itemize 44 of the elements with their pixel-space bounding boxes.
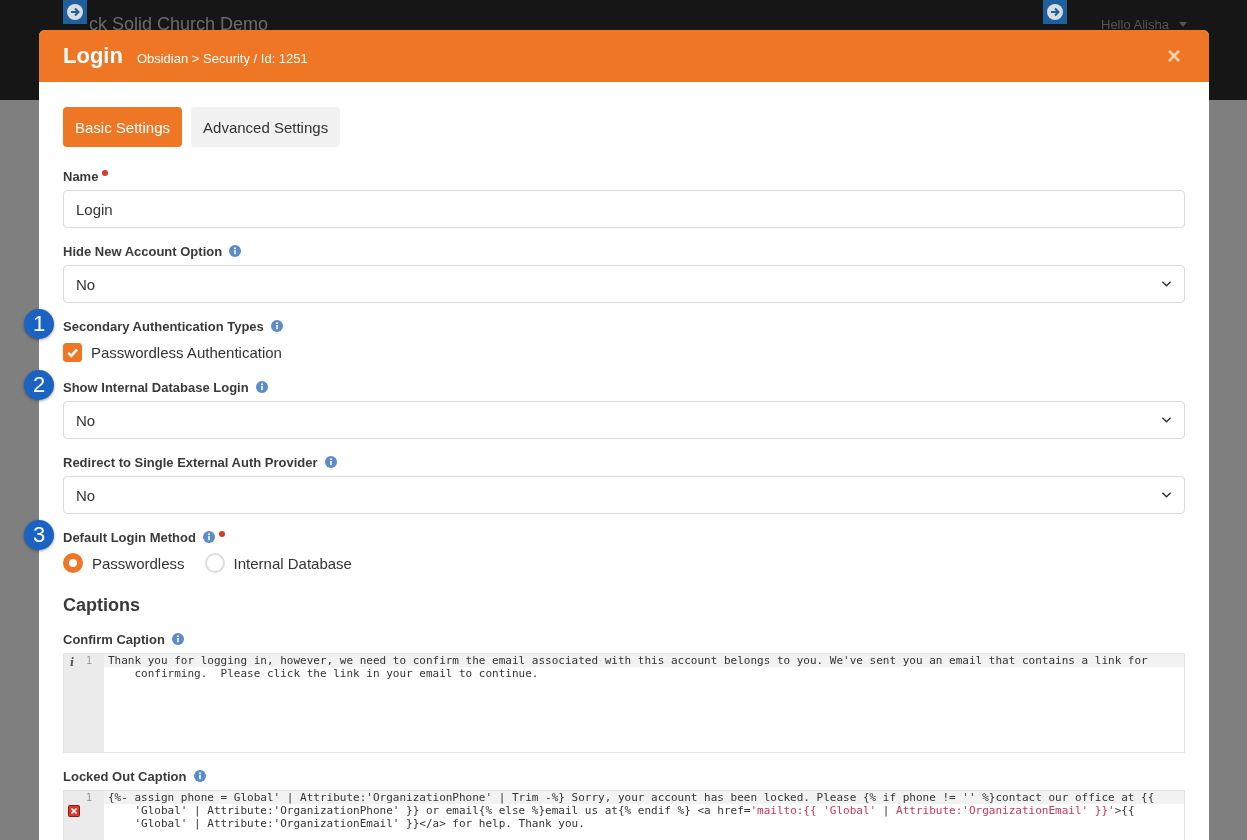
error-icon bbox=[68, 805, 80, 817]
callout-badge: 2 bbox=[24, 370, 54, 400]
code-line: confirming. Please click the link in your email to continue. bbox=[133, 667, 540, 680]
field-label: Confirm Caption bbox=[63, 631, 165, 647]
chevron-down-icon bbox=[1161, 416, 1172, 424]
radio-label: Internal Database bbox=[233, 554, 352, 572]
modal-title: Login bbox=[63, 43, 123, 69]
info-icon[interactable] bbox=[202, 531, 215, 543]
chevron-down-icon bbox=[1161, 280, 1172, 288]
chevron-down-icon bbox=[1161, 491, 1172, 499]
field-label: Secondary Authentication Types bbox=[63, 318, 264, 334]
caret-icon[interactable] bbox=[1179, 22, 1187, 27]
checkbox-label: Passwordless Authentication bbox=[91, 343, 282, 361]
info-icon[interactable] bbox=[255, 381, 268, 393]
tab[interactable]: Advanced Settings bbox=[191, 107, 341, 147]
line-number: 1 bbox=[85, 655, 92, 666]
field-label: Default Login Method bbox=[63, 529, 196, 545]
select-field[interactable]: No bbox=[63, 265, 1185, 303]
radio-label: Passwordless bbox=[92, 554, 185, 572]
info-icon[interactable] bbox=[193, 770, 206, 782]
site-title: ck Solid Church Demo bbox=[89, 14, 269, 35]
info-icon[interactable] bbox=[270, 320, 283, 332]
section-heading: Captions bbox=[63, 595, 141, 616]
code-line: 'Global' | Attribute:'OrganizationEmail' }}</a> for help. Thank you. bbox=[133, 817, 586, 830]
info-icon[interactable] bbox=[229, 245, 242, 257]
field-label: Show Internal Database Login bbox=[63, 379, 249, 395]
select-field[interactable]: No bbox=[63, 476, 1185, 514]
field-label: Hide New Account Option bbox=[63, 243, 223, 259]
callout-badge: 3 bbox=[24, 520, 54, 550]
field-label: Redirect to Single External Auth Provider bbox=[63, 454, 318, 470]
line-number: 1 bbox=[85, 792, 92, 803]
text-field[interactable]: Login bbox=[63, 190, 1185, 228]
radio-button[interactable] bbox=[63, 553, 83, 573]
info-icon[interactable] bbox=[171, 633, 184, 645]
field-label: Name bbox=[63, 168, 99, 184]
field-label: Locked Out Caption bbox=[63, 768, 187, 784]
checkbox[interactable] bbox=[63, 342, 82, 362]
info-marker: i bbox=[70, 656, 75, 669]
select-field[interactable]: No bbox=[63, 401, 1185, 439]
callout-badge: 1 bbox=[24, 309, 54, 339]
code-editor[interactable] bbox=[63, 653, 1185, 753]
info-icon[interactable] bbox=[324, 456, 337, 468]
code-line: 'Global' | Attribute:'OrganizationPhone' }} or email{% else %}email us at{% endif %} <a href='mailto:{{ 'Global' | Attribute:'OrganizationEmail' }}'>{{ bbox=[133, 804, 1136, 817]
breadcrumb: Obsidian > Security / Id: 1251 bbox=[136, 50, 308, 66]
